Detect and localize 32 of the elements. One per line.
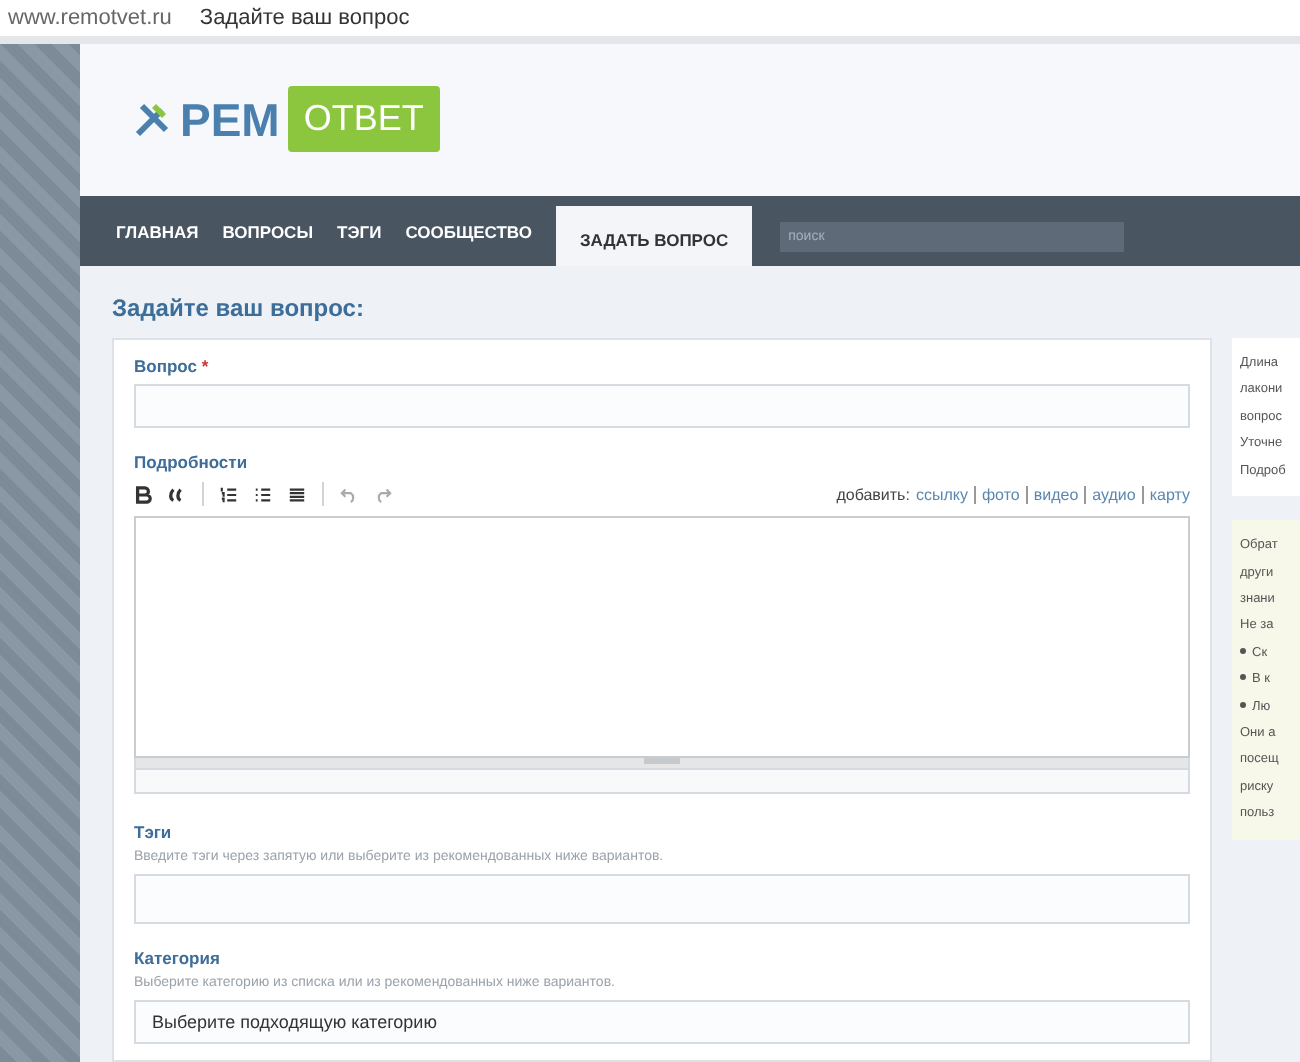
logo-text: РЕМ xyxy=(180,93,280,147)
nav-tab[interactable]: ТЭГИ xyxy=(325,222,394,266)
add-link[interactable]: ссылку xyxy=(915,485,968,504)
add-link[interactable]: фото xyxy=(981,485,1020,504)
nav-tab[interactable]: ВОПРОСЫ xyxy=(210,222,326,266)
tags-field[interactable] xyxy=(134,874,1190,924)
add-link[interactable]: карту xyxy=(1149,485,1190,504)
nav-tab[interactable]: ЗАДАТЬ ВОПРОС xyxy=(555,206,753,266)
undo-icon[interactable] xyxy=(340,485,358,504)
page-heading: Задайте ваш вопрос: xyxy=(112,294,366,322)
redo-icon[interactable] xyxy=(374,485,392,504)
add-link[interactable]: аудио xyxy=(1092,485,1136,504)
add-link[interactable]: видео xyxy=(1033,485,1079,504)
nav-tab[interactable]: ГЛАВНАЯ xyxy=(104,222,211,266)
category-select[interactable]: Выберите подходящую категорию xyxy=(134,999,1190,1044)
align-icon[interactable] xyxy=(288,485,306,504)
field-label: Подробности xyxy=(134,452,250,473)
logo-bubble: ОТВЕТ xyxy=(287,85,440,151)
page-title: Задайте ваш вопрос xyxy=(199,6,410,30)
nav-tab[interactable]: СООБЩЕСТВО xyxy=(393,222,544,266)
field-label: Категория xyxy=(134,947,222,968)
field-label: Тэги xyxy=(134,822,174,843)
tools-icon xyxy=(132,100,172,140)
details-textarea[interactable] xyxy=(134,516,1190,758)
numbered-list-icon[interactable] xyxy=(220,485,238,504)
address-url[interactable]: www.remotvet.ru xyxy=(8,6,172,30)
add-label: добавить: xyxy=(836,485,910,504)
quote-icon[interactable] xyxy=(168,485,186,504)
bullet-list-icon[interactable] xyxy=(254,485,272,504)
field-label: Вопрос * xyxy=(134,356,211,376)
question-field[interactable] xyxy=(134,384,1190,429)
bold-icon[interactable] xyxy=(134,485,152,504)
